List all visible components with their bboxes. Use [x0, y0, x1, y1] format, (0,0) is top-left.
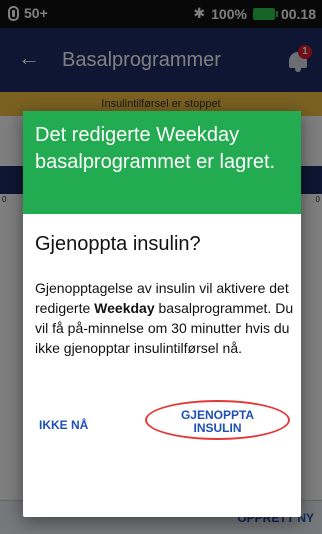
dialog-header: Det redigerte Weekday basalprogrammet er…: [23, 111, 301, 214]
not-now-button[interactable]: IKKE NÅ: [39, 418, 88, 432]
resume-button-line-2: INSULIN: [193, 421, 242, 435]
resume-insulin-dialog: Det redigerte Weekday basalprogrammet er…: [23, 111, 301, 517]
dialog-header-text: Det redigerte Weekday basalprogrammet er…: [35, 124, 276, 173]
dialog-body-program-name: Weekday: [94, 300, 155, 316]
phone-screen: 50+ ✱ 100% 00.18 ← Basalprogrammer 1 Ins…: [0, 0, 322, 534]
resume-insulin-button[interactable]: GJENOPPTA INSULIN: [145, 400, 290, 440]
dialog-title: Gjenoppta insulin?: [35, 233, 201, 255]
dialog-body: Gjenopptagelse av insulin vil aktivere d…: [35, 278, 297, 358]
